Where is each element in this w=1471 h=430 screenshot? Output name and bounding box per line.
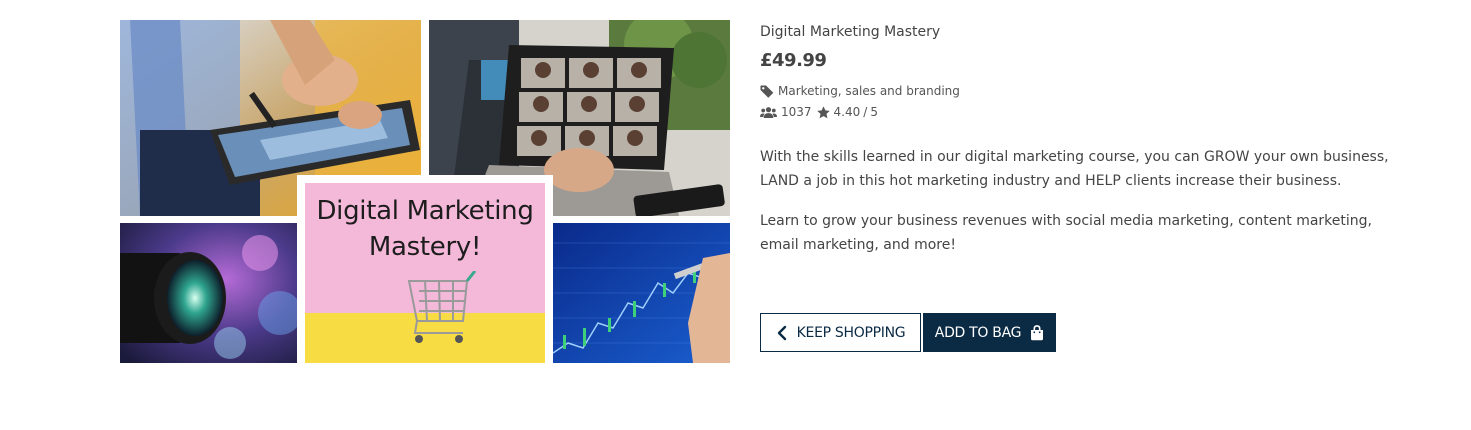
product-category: Marketing, sales and branding [760,83,1400,99]
users-icon [760,106,777,119]
add-to-bag-label: Add to Bag [934,324,1022,341]
star-icon [816,105,830,119]
image-tile-stock-chart [553,223,730,363]
product-stats: 1037 4.40 / 5 [760,104,1400,120]
image-tile-camera-lens [120,223,297,363]
shopping-cart-icon [405,271,483,351]
product-name: Digital Marketing Mastery [760,24,941,40]
tag-icon [760,85,774,98]
product-image: Digital Marketing Mastery! [120,20,730,363]
product-details: Digital Marketing Mastery £49.99 Marketi… [760,22,1400,257]
image-tile-caption: Digital Marketing Mastery! [297,175,553,363]
rating-max: 5 [870,105,878,119]
product-description-2: Learn to grow your business revenues wit… [760,213,1372,253]
rating-separator: / [863,105,868,119]
category-label[interactable]: Marketing, sales and branding [778,83,960,99]
chevron-left-icon [776,325,788,341]
rating-value: 4.40 [833,105,861,119]
keep-shopping-label: Keep Shopping [796,324,906,341]
keep-shopping-button[interactable]: Keep Shopping [760,313,921,352]
image-caption: Digital Marketing Mastery! [316,196,534,262]
product-detail-page: Digital Marketing Mastery! Digital Marke… [0,0,1471,430]
product-price: £49.99 [760,50,827,71]
student-count: 1037 [781,105,812,119]
shopping-bag-icon [1030,324,1044,341]
add-to-bag-button[interactable]: Add to Bag [923,313,1056,352]
product-actions: Keep Shopping Add to Bag [760,313,1056,352]
product-description-1: With the skills learned in our digital m… [760,149,1389,189]
